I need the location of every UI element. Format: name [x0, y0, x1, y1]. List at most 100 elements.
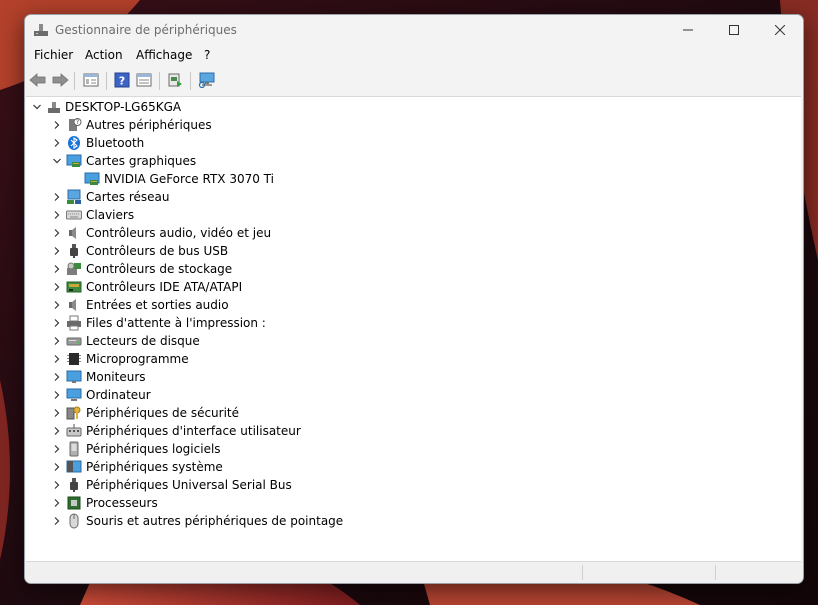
chevron-right-icon[interactable]	[52, 246, 62, 256]
tree-item-peripheriques-d-interface-utilisateur[interactable]: Périphériques d'interface utilisateur	[52, 422, 301, 440]
tree-root-label: DESKTOP-LG65KGA	[65, 100, 182, 114]
device-tree[interactable]: DESKTOP-LG65KGA ? Autres périphériques Blu…	[26, 96, 801, 562]
tree-item-moniteurs[interactable]: Moniteurs	[52, 368, 146, 386]
tree-item-controleurs-audio-video-et-jeu[interactable]: Contrôleurs audio, vidéo et jeu	[52, 224, 271, 242]
tree-item-label: Souris et autres périphériques de pointa…	[86, 514, 344, 528]
view-icon[interactable]	[134, 70, 154, 90]
forward-arrow-icon[interactable]	[50, 70, 70, 90]
maximize-button[interactable]	[711, 15, 757, 45]
back-arrow-icon[interactable]	[28, 70, 48, 90]
tree-item-label: Périphériques logiciels	[86, 442, 221, 456]
toolbar-separator	[159, 72, 160, 90]
tree-item-label: Périphériques d'interface utilisateur	[86, 424, 301, 438]
chevron-right-icon[interactable]	[52, 282, 62, 292]
system-device-icon	[66, 459, 82, 475]
chevron-right-icon[interactable]	[52, 480, 62, 490]
tree-item-peripheriques-logiciels[interactable]: Périphériques logiciels	[52, 440, 221, 458]
tree-item-processeurs[interactable]: Processeurs	[52, 494, 158, 512]
tree-item-ordinateur[interactable]: Ordinateur	[52, 386, 151, 404]
svg-text:?: ?	[119, 75, 125, 88]
toolbar-separator	[106, 72, 107, 90]
tree-item-cartes-reseau[interactable]: Cartes réseau	[52, 188, 169, 206]
device-manager-icon	[33, 22, 49, 38]
tree-item-files-d-attente-a-l-impression[interactable]: Files d'attente à l'impression :	[52, 314, 266, 332]
printer-icon	[66, 315, 82, 331]
tree-item-peripheriques-universal-serial-bus[interactable]: Périphériques Universal Serial Bus	[52, 476, 292, 494]
tree-item-label: Contrôleurs de bus USB	[86, 244, 229, 258]
tree-item-label: Claviers	[86, 208, 135, 222]
title-bar[interactable]: Gestionnaire de périphériques	[25, 15, 803, 45]
chevron-right-icon[interactable]	[52, 426, 62, 436]
tree-item-microprogramme[interactable]: Microprogramme	[52, 350, 189, 368]
tree-child-label: NVIDIA GeForce RTX 3070 Ti	[104, 172, 274, 186]
minimize-button[interactable]	[665, 15, 711, 45]
tree-item-label: Lecteurs de disque	[86, 334, 200, 348]
chevron-right-icon[interactable]	[52, 336, 62, 346]
computer-root-icon	[46, 99, 62, 115]
tree-item-autres-peripheriques[interactable]: ? Autres périphériques	[52, 116, 212, 134]
usb-icon	[66, 243, 82, 259]
storage-controller-icon	[66, 261, 82, 277]
chevron-right-icon[interactable]	[52, 210, 62, 220]
menu-action[interactable]: Action	[85, 48, 123, 62]
tree-item-controleurs-de-stockage[interactable]: Contrôleurs de stockage	[52, 260, 232, 278]
help-icon[interactable]: ?	[112, 70, 132, 90]
menu-fichier[interactable]: Fichier	[34, 48, 73, 62]
tree-item-label: Microprogramme	[86, 352, 189, 366]
close-button[interactable]	[757, 15, 803, 45]
properties-icon[interactable]	[81, 70, 101, 90]
chevron-right-icon[interactable]	[52, 120, 62, 130]
chevron-down-icon[interactable]	[32, 102, 42, 112]
chevron-right-icon[interactable]	[52, 354, 62, 364]
chevron-down-icon[interactable]	[52, 156, 62, 166]
update-driver-icon[interactable]	[165, 70, 185, 90]
tree-item-controleurs-de-bus-usb[interactable]: Contrôleurs de bus USB	[52, 242, 228, 260]
status-bar	[25, 562, 803, 583]
chevron-right-icon[interactable]	[52, 264, 62, 274]
chevron-right-icon[interactable]	[52, 462, 62, 472]
tree-item-label: Files d'attente à l'impression :	[86, 316, 266, 330]
device-manager-window: Gestionnaire de périphériques Fichier Ac…	[24, 14, 804, 584]
chevron-right-icon[interactable]	[52, 408, 62, 418]
tree-root[interactable]: DESKTOP-LG65KGA	[32, 98, 181, 116]
tree-item-souris-et-autres-peripheriques-de-pointage[interactable]: Souris et autres périphériques de pointa…	[52, 512, 343, 530]
tree-item-label: Bluetooth	[86, 136, 145, 150]
software-device-icon	[66, 441, 82, 457]
chevron-right-icon[interactable]	[52, 138, 62, 148]
tree-item-cartes-graphiques[interactable]: Cartes graphiques	[52, 152, 196, 170]
status-separator	[715, 565, 716, 580]
disk-drive-icon	[66, 333, 82, 349]
chevron-right-icon[interactable]	[52, 300, 62, 310]
menu-help[interactable]: ?	[204, 48, 210, 62]
usb-icon	[66, 477, 82, 493]
chevron-right-icon[interactable]	[52, 516, 62, 526]
chevron-right-icon[interactable]	[52, 498, 62, 508]
chevron-right-icon[interactable]	[52, 228, 62, 238]
chevron-right-icon[interactable]	[52, 444, 62, 454]
chevron-right-icon[interactable]	[52, 390, 62, 400]
tree-item-peripheriques-systeme[interactable]: Périphériques système	[52, 458, 223, 476]
network-adapter-icon	[66, 189, 82, 205]
display-adapter-icon	[66, 153, 82, 169]
tree-item-claviers[interactable]: Claviers	[52, 206, 134, 224]
menu-affichage[interactable]: Affichage	[136, 48, 192, 62]
chevron-right-icon[interactable]	[52, 318, 62, 328]
tree-item-entrees-et-sorties-audio[interactable]: Entrées et sorties audio	[52, 296, 229, 314]
tree-item-peripheriques-de-securite[interactable]: Périphériques de sécurité	[52, 404, 239, 422]
scan-hardware-icon[interactable]	[197, 70, 217, 90]
svg-text:?: ?	[76, 119, 79, 126]
monitor-icon	[66, 369, 82, 385]
bluetooth-icon	[66, 135, 82, 151]
tree-item-label: Moniteurs	[86, 370, 146, 384]
chevron-right-icon[interactable]	[52, 372, 62, 382]
tree-item-label: Contrôleurs IDE ATA/ATAPI	[86, 280, 243, 294]
tree-child-nvidia-geforce-rtx-3070-ti[interactable]: NVIDIA GeForce RTX 3070 Ti	[84, 170, 274, 188]
computer-icon	[66, 387, 82, 403]
tree-item-lecteurs-de-disque[interactable]: Lecteurs de disque	[52, 332, 200, 350]
status-separator	[582, 565, 583, 580]
tree-item-controleurs-ide-ata-atapi[interactable]: Contrôleurs IDE ATA/ATAPI	[52, 278, 242, 296]
chevron-right-icon[interactable]	[52, 192, 62, 202]
unknown-device-icon: ?	[66, 117, 82, 133]
firmware-icon	[66, 351, 82, 367]
tree-item-bluetooth[interactable]: Bluetooth	[52, 134, 144, 152]
